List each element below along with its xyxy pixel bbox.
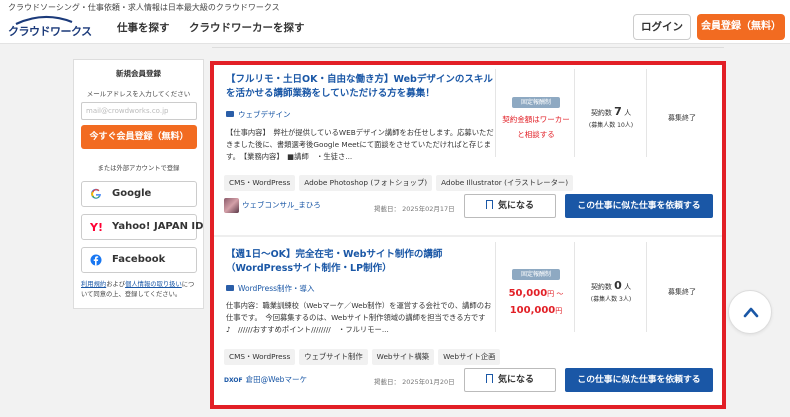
skill-tag[interactable]: ウェブサイト制作: [299, 349, 368, 365]
bookmark-icon: [485, 374, 493, 383]
client-name: 倉田@Webマーケ: [245, 375, 307, 384]
signup-title: 新規会員登録: [116, 69, 161, 78]
job-description: 仕事内容：職業訓練校（Webマーケ／Web制作）を運営する会社での、講師のお仕事…: [226, 301, 492, 334]
skill-tags: CMS・WordPress Adobe Photoshop (フォトショップ) Ad…: [224, 170, 577, 191]
contract-number: 0: [614, 279, 622, 292]
skill-tag[interactable]: CMS・WordPress: [224, 349, 296, 365]
svg-text:Y!: Y!: [90, 221, 102, 233]
contract-recruit-count: (募集人数 10人): [588, 122, 634, 129]
chevron-up-icon: [743, 307, 759, 318]
contract-count: 契約数 0 人 (募集人数 3人): [578, 280, 644, 306]
budget-range: 50,000円 〜 100,000円: [500, 284, 572, 318]
yahoo-signup-button[interactable]: Y! Yahoo! JAPAN ID: [81, 214, 203, 240]
site-tagline: クラウドソーシング・仕事依頼・求人情報は日本最大級のクラウドワークス: [8, 3, 280, 12]
terms-mid-text: および: [106, 281, 126, 288]
google-signup-label: Google: [112, 188, 152, 199]
yahoo-signup-label: Yahoo! JAPAN ID: [112, 221, 204, 232]
job-status: 募集終了: [668, 288, 696, 296]
facebook-signup-label: Facebook: [112, 254, 166, 265]
job-category[interactable]: WordPress制作・導入: [226, 283, 315, 294]
facebook-signup-button[interactable]: Facebook: [81, 247, 197, 273]
skill-tag[interactable]: Webサイト構築: [371, 349, 435, 365]
budget-min: 50,000: [508, 288, 548, 299]
favorite-label: 気になる: [497, 201, 534, 211]
budget-max: 100,000: [509, 305, 556, 316]
column-divider: [646, 69, 647, 157]
job-card: 【フルリモ・土日OK・自由な働き方】Webデザインのスキルを活かせる講師業務をし…: [214, 69, 722, 233]
posted-date: 掲載日： 2025年02月17日: [374, 205, 455, 213]
budget-separator: 円 〜: [547, 290, 564, 298]
job-title[interactable]: 【フルリモ・土日OK・自由な働き方】Webデザインのスキルを活かせる講師業務をし…: [226, 73, 496, 101]
column-divider: [574, 69, 575, 157]
job-category-label: WordPress制作・導入: [238, 284, 315, 293]
contract-count: 契約数 7 人 (募集人数 10人): [578, 106, 644, 132]
budget-note: 契約金額はワーカーと相談する: [502, 115, 570, 139]
google-signup-button[interactable]: Google: [81, 181, 197, 207]
contract-unit: 人: [624, 283, 632, 291]
skill-tag[interactable]: Adobe Illustrator (イラストレーター): [436, 175, 574, 191]
listing-top-divider: [212, 47, 724, 48]
yahoo-icon: Y!: [90, 221, 102, 233]
site-logo[interactable]: クラウドワークス: [8, 15, 92, 41]
job-status: 募集終了: [668, 114, 696, 122]
contract-label: 契約数: [590, 283, 612, 291]
favorite-button[interactable]: 気になる: [464, 368, 556, 392]
payment-type-badge: 固定報酬制: [512, 97, 560, 108]
terms-notice: 利用規約および個人情報の取り扱いについて同意の上、登録してください。: [81, 280, 199, 300]
nav-find-jobs[interactable]: 仕事を探す: [117, 20, 170, 35]
skill-tag[interactable]: Webサイト企画: [438, 349, 501, 365]
column-divider: [495, 69, 496, 157]
privacy-link[interactable]: 個人情報の取り扱い: [125, 281, 182, 288]
folder-icon: [226, 111, 234, 117]
column-divider: [574, 242, 575, 332]
contract-label: 契約数: [590, 109, 612, 117]
contract-recruit-count: (募集人数 3人): [590, 296, 632, 303]
client-avatar: [224, 198, 239, 213]
budget-unit: 円: [555, 307, 563, 315]
skill-tag[interactable]: CMS・WordPress: [224, 175, 296, 191]
facebook-icon: [90, 254, 102, 266]
skill-tags: CMS・WordPress ウェブサイト制作 Webサイト構築 Webサイト企画: [224, 344, 504, 365]
payment-type-badge: 固定報酬制: [512, 269, 560, 280]
job-category[interactable]: ウェブデザイン: [226, 109, 291, 120]
google-icon: [91, 188, 101, 199]
posted-date: 掲載日： 2025年01月20日: [374, 378, 455, 386]
contract-number: 7: [614, 105, 622, 118]
request-similar-button[interactable]: この仕事に似た仕事を依頼する: [565, 194, 713, 218]
signup-sidebar: 新規会員登録 メールアドレスを入力してください mail@crowdworks.…: [73, 59, 204, 309]
logo-text: クラウドワークス: [8, 25, 92, 38]
column-divider: [495, 242, 496, 332]
site-header: クラウドソーシング・仕事依頼・求人情報は日本最大級のクラウドワークス クラウドワ…: [0, 0, 790, 44]
login-button[interactable]: ログイン: [633, 14, 691, 40]
nav-find-workers[interactable]: クラウドワーカーを探す: [189, 20, 305, 35]
terms-of-use-link[interactable]: 利用規約: [81, 281, 106, 288]
scroll-to-top-button[interactable]: [728, 290, 772, 334]
job-category-label: ウェブデザイン: [238, 110, 291, 119]
skill-tag[interactable]: Adobe Photoshop (フォトショップ): [299, 175, 433, 191]
job-description: 【仕事内容】 弊社が提供しているWEBデザイン講師をお任せします。応募いただきま…: [226, 128, 494, 161]
job-title[interactable]: 【週1日〜OK】完全在宅・Webサイト制作の講師（WordPressサイト制作・…: [226, 248, 496, 276]
signup-submit-button[interactable]: 今すぐ会員登録（無料）: [81, 125, 197, 149]
column-divider: [646, 242, 647, 332]
contract-unit: 人: [624, 109, 632, 117]
client-name: ウェブコンサル_まひろ: [242, 200, 321, 210]
email-field[interactable]: mail@crowdworks.co.jp: [81, 102, 197, 120]
favorite-button[interactable]: 気になる: [464, 194, 556, 218]
folder-icon: [226, 285, 234, 291]
email-label: メールアドレスを入力してください: [86, 90, 191, 98]
external-account-label: または外部アカウントで登録: [97, 165, 180, 172]
client-logo: DXOF: [224, 377, 243, 384]
register-button[interactable]: 会員登録（無料）: [697, 14, 785, 40]
request-similar-button[interactable]: この仕事に似た仕事を依頼する: [565, 368, 713, 392]
client-link[interactable]: ウェブコンサル_まひろ: [224, 198, 321, 213]
job-card: 【週1日〜OK】完全在宅・Webサイト制作の講師（WordPressサイト制作・…: [214, 242, 722, 398]
bookmark-icon: [485, 200, 493, 209]
job-separator: [214, 235, 722, 237]
client-link[interactable]: DXOF 倉田@Webマーケ: [224, 374, 307, 385]
favorite-label: 気になる: [497, 375, 534, 385]
